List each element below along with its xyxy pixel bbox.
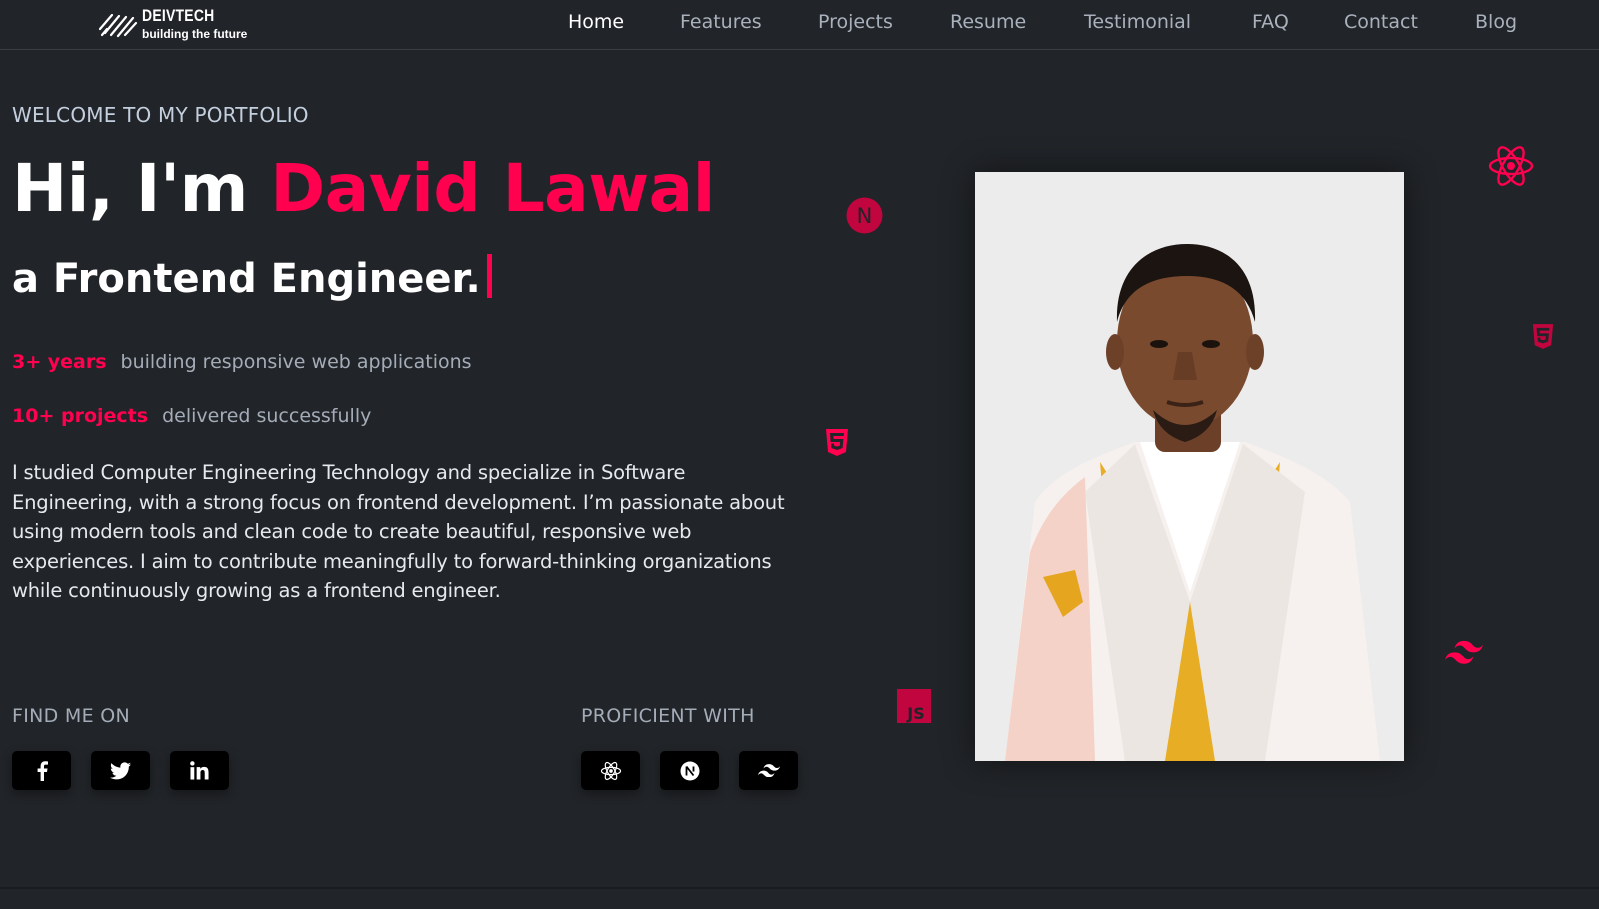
proficient-with-label: PROFICIENT WITH	[581, 705, 755, 727]
facebook-icon	[37, 760, 48, 781]
nav-item-contact[interactable]: Contact	[1344, 11, 1418, 33]
hero-role: a Frontend Engineer.	[12, 254, 492, 302]
twitter-icon	[110, 761, 131, 779]
stat-description: delivered successfully	[162, 405, 372, 427]
typing-cursor	[486, 254, 492, 298]
section-divider	[0, 887, 1599, 889]
profile-portrait-illustration	[975, 172, 1404, 761]
tailwind-icon	[757, 764, 780, 777]
hero-name: David Lawal	[270, 150, 715, 227]
react-skill-button[interactable]	[581, 751, 640, 790]
social-links	[12, 751, 229, 790]
nav-item-faq[interactable]: FAQ	[1252, 11, 1289, 33]
greeting-text: Hi, I'm	[12, 150, 271, 227]
bio-paragraph: I studied Computer Engineering Technolog…	[12, 461, 785, 602]
stat-projects: 10+ projects delivered successfully	[12, 405, 371, 427]
floating-html5-icon	[825, 429, 849, 461]
profile-photo	[975, 172, 1404, 761]
nav-item-home[interactable]: Home	[568, 11, 624, 33]
floating-js-label: JS	[906, 704, 924, 723]
brand-tagline: building the future	[142, 27, 248, 41]
portfolio-page: DEIVTECH building the future Home Featur…	[0, 0, 1599, 909]
floating-javascript-icon: JS	[897, 689, 931, 727]
floating-tailwind-icon	[1445, 640, 1483, 668]
floating-nextjs-letter: N	[857, 204, 873, 228]
stat-experience: 3+ years building responsive web applicat…	[12, 351, 472, 373]
floating-react-icon	[1487, 143, 1535, 193]
linkedin-icon	[190, 761, 209, 780]
floating-nextjs-icon: N	[846, 197, 883, 238]
nav-item-blog[interactable]: Blog	[1475, 11, 1517, 33]
brand-name: DEIVTECH	[142, 6, 215, 25]
brand-logo[interactable]: DEIVTECH building the future	[98, 6, 247, 41]
linkedin-button[interactable]	[170, 751, 229, 790]
role-text: a Frontend Engineer.	[12, 256, 481, 302]
skill-icons	[581, 751, 798, 790]
floating-html5-icon-right	[1532, 323, 1554, 355]
nav-item-projects[interactable]: Projects	[818, 11, 893, 33]
facebook-button[interactable]	[12, 751, 71, 790]
react-icon	[600, 761, 621, 780]
site-header: DEIVTECH building the future Home Featur…	[0, 0, 1599, 50]
stat-description: building responsive web applications	[120, 351, 472, 373]
stat-highlight: 3+ years	[12, 351, 107, 373]
nextjs-skill-button[interactable]	[660, 751, 719, 790]
nav-item-testimonial[interactable]: Testimonial	[1084, 11, 1191, 33]
stat-highlight: 10+ projects	[12, 405, 149, 427]
welcome-text: WELCOME TO MY PORTFOLIO	[12, 103, 309, 127]
twitter-button[interactable]	[91, 751, 150, 790]
nextjs-icon	[680, 761, 699, 780]
find-me-label: FIND ME ON	[12, 705, 131, 727]
nav-item-resume[interactable]: Resume	[950, 11, 1026, 33]
tailwind-skill-button[interactable]	[739, 751, 798, 790]
hero-headline: Hi, I'm David Lawal	[12, 150, 715, 227]
nav-item-features[interactable]: Features	[680, 11, 762, 33]
logo-mark-icon	[98, 13, 138, 37]
